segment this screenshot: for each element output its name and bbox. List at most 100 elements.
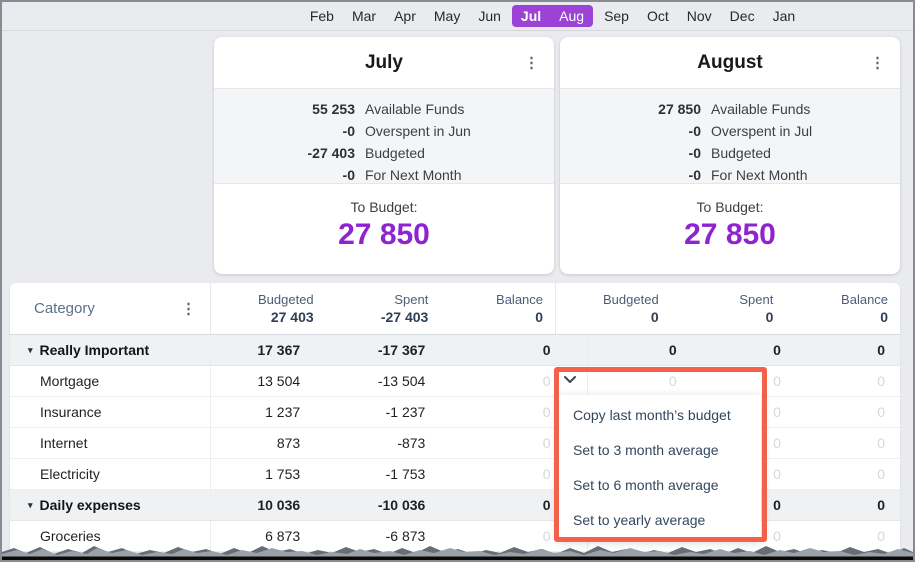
card-header: July ⋮ — [214, 37, 554, 89]
cell-aug-balance[interactable]: 0 — [796, 435, 900, 451]
cell-jul-spent[interactable]: -1 753 — [336, 466, 461, 482]
cell-aug-spent[interactable]: 0 — [692, 373, 796, 389]
summary-value: -0 — [560, 123, 701, 139]
category-name: Internet — [40, 435, 87, 451]
cell-aug-spent[interactable]: 0 — [692, 342, 796, 358]
column-total: 0 — [785, 309, 888, 325]
cell-jul-budgeted[interactable]: 873 — [211, 435, 336, 451]
collapse-arrow-icon[interactable]: ▾ — [28, 500, 33, 511]
month-tab-jul[interactable]: Jul — [512, 5, 550, 27]
menu-item-3-month-average[interactable]: Set to 3 month average — [559, 432, 761, 467]
category-cell[interactable]: Internet — [10, 428, 211, 458]
category-cell[interactable]: Insurance — [10, 397, 211, 427]
cell-jul-spent[interactable]: -1 237 — [336, 404, 461, 420]
month-tab-feb[interactable]: Feb — [301, 5, 343, 27]
budget-summary: 27 850Available Funds -0Overspent in Jul… — [560, 89, 900, 184]
cell-jul-balance[interactable]: 0 — [461, 342, 586, 358]
summary-value: -0 — [214, 167, 355, 183]
category-name: Insurance — [40, 404, 101, 420]
month-summary-cards: July ⋮ 55 253Available Funds -0Overspent… — [214, 37, 900, 274]
cell-aug-balance[interactable]: 0 — [796, 466, 900, 482]
august-card: August ⋮ 27 850Available Funds -0Overspe… — [560, 37, 900, 274]
to-budget-label: To Budget: — [697, 199, 764, 215]
month-tab-apr[interactable]: Apr — [385, 5, 425, 27]
column-label: Balance — [785, 292, 888, 307]
month-tab-sep[interactable]: Sep — [595, 5, 638, 27]
menu-item-yearly-average[interactable]: Set to yearly average — [559, 502, 761, 537]
cell-jul-budgeted[interactable]: 17 367 — [211, 342, 336, 358]
summary-label: Budgeted — [365, 145, 425, 161]
cell-jul-spent[interactable]: -6 873 — [336, 528, 461, 544]
cell-aug-balance[interactable]: 0 — [796, 497, 900, 513]
month-navigation: Feb Mar Apr May Jun Jul Aug Sep Oct Nov … — [2, 2, 913, 31]
kebab-menu-icon[interactable]: ⋮ — [181, 301, 196, 316]
summary-value: -0 — [560, 167, 701, 183]
to-budget-amount: 27 850 — [338, 218, 430, 252]
category-name: Mortgage — [40, 373, 99, 389]
cell-jul-spent[interactable]: -873 — [336, 435, 461, 451]
summary-value: 55 253 — [214, 101, 355, 117]
cell-aug-balance[interactable]: 0 — [796, 373, 900, 389]
category-cell[interactable]: ▾ Really Important — [10, 335, 211, 365]
month-tab-aug[interactable]: Aug — [550, 5, 593, 27]
table-row[interactable]: Insurance 1 237 -1 237 0 0 0 0 — [10, 397, 900, 428]
month-tab-dec[interactable]: Dec — [721, 5, 764, 27]
month-tab-jun[interactable]: Jun — [469, 5, 510, 27]
cell-aug-balance[interactable]: 0 — [796, 342, 900, 358]
cell-aug-budgeted[interactable]: 0 — [587, 335, 692, 365]
summary-label: Budgeted — [711, 145, 771, 161]
summary-value: 27 850 — [560, 101, 701, 117]
cell-jul-budgeted[interactable]: 1 237 — [211, 404, 336, 420]
cell-aug-balance[interactable]: 0 — [796, 404, 900, 420]
cell-aug-budgeted[interactable]: 0 — [587, 366, 692, 396]
cell-jul-budgeted[interactable]: 10 036 — [211, 497, 336, 513]
collapse-arrow-icon[interactable]: ▾ — [28, 345, 33, 356]
month-tab-jan[interactable]: Jan — [764, 5, 805, 27]
kebab-menu-icon[interactable]: ⋮ — [524, 55, 539, 70]
cell-aug-balance[interactable]: 0 — [796, 528, 900, 544]
summary-value: -0 — [214, 123, 355, 139]
header-jul-budgeted: Budgeted 27 403 — [211, 283, 326, 334]
category-name: Groceries — [40, 528, 101, 544]
table-row-group[interactable]: ▾ Really Important 17 367 -17 367 0 0 0 … — [10, 335, 900, 366]
summary-label: For Next Month — [711, 167, 807, 183]
menu-item-copy-last-month[interactable]: Copy last month’s budget — [559, 397, 761, 432]
category-cell[interactable]: ▾ Daily expenses — [10, 490, 211, 520]
card-header: August ⋮ — [560, 37, 900, 89]
cell-jul-spent[interactable]: -10 036 — [336, 497, 461, 513]
card-title: July — [365, 52, 403, 74]
month-tab-may[interactable]: May — [425, 5, 469, 27]
to-budget-section: To Budget: 27 850 — [560, 184, 900, 274]
month-tab-nov[interactable]: Nov — [678, 5, 721, 27]
budget-tools-dropdown: Copy last month’s budget Set to 3 month … — [559, 395, 761, 538]
chevron-down-icon[interactable] — [563, 372, 581, 386]
cell-jul-spent[interactable]: -17 367 — [336, 342, 461, 358]
summary-value: -0 — [560, 145, 701, 161]
kebab-menu-icon[interactable]: ⋮ — [870, 55, 885, 70]
month-tab-mar[interactable]: Mar — [343, 5, 385, 27]
category-cell[interactable]: Mortgage — [10, 366, 211, 396]
menu-item-6-month-average[interactable]: Set to 6 month average — [559, 467, 761, 502]
table-row[interactable]: Electricity 1 753 -1 753 0 0 0 0 — [10, 459, 900, 490]
budget-table: Category ⋮ Budgeted 27 403 Spent -27 403… — [10, 283, 900, 552]
cell-jul-budgeted[interactable]: 1 753 — [211, 466, 336, 482]
category-header-label: Category — [34, 300, 95, 317]
column-label: Balance — [440, 292, 543, 307]
header-jul-balance: Balance 0 — [440, 283, 555, 334]
category-cell[interactable]: Electricity — [10, 459, 211, 489]
summary-label: For Next Month — [365, 167, 461, 183]
column-label: Budgeted — [556, 292, 659, 307]
summary-value: -27 403 — [214, 145, 355, 161]
column-total: 27 403 — [211, 309, 314, 325]
budget-app-window: Feb Mar Apr May Jun Jul Aug Sep Oct Nov … — [0, 0, 915, 562]
month-tab-oct[interactable]: Oct — [638, 5, 678, 27]
cell-jul-budgeted[interactable]: 13 504 — [211, 373, 336, 389]
column-total: 0 — [556, 309, 659, 325]
table-row-group[interactable]: ▾ Daily expenses 10 036 -10 036 0 0 0 0 — [10, 490, 900, 521]
column-total: 0 — [671, 309, 774, 325]
cell-jul-spent[interactable]: -13 504 — [336, 373, 461, 389]
table-row[interactable]: Internet 873 -873 0 0 0 0 — [10, 428, 900, 459]
table-row[interactable]: Mortgage 13 504 -13 504 0 0 0 0 — [10, 366, 900, 397]
cell-jul-budgeted[interactable]: 6 873 — [211, 528, 336, 544]
selected-months-pill: Jul Aug — [512, 5, 593, 27]
